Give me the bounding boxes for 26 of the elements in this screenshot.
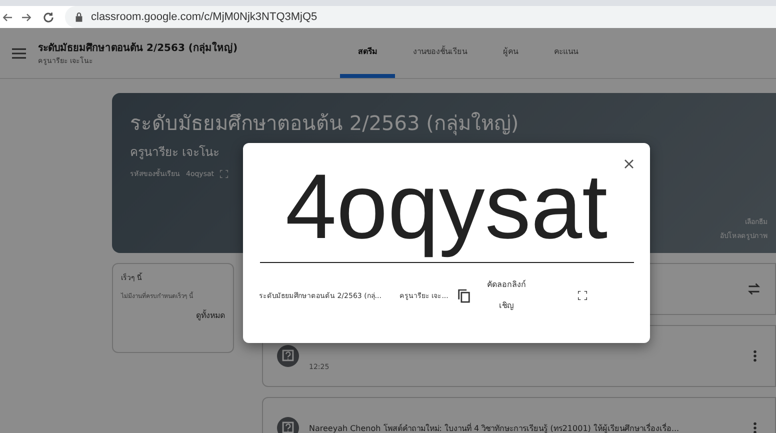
url-text: classroom.google.com/c/MjM0Njk3NTQ3MjQ5 [91,11,318,23]
copy-icon[interactable] [458,288,470,303]
post-card[interactable]: Nareeyah Chenoh โพสต์คำถามใหม่: ใบงานที่ 4 วิชาทักษะการเรียนรู้ (ทร21001) ให้ผู้เรียนศึกษาเรื่องเรื่อ... [262,397,776,433]
view-all-link[interactable]: ดูทั้งหมด [196,309,225,322]
class-code-large: 4oqysat [260,157,634,264]
nav-tab[interactable]: คะแนน [536,28,596,78]
menu-icon[interactable] [12,48,26,58]
forward-icon[interactable] [22,12,32,22]
copy-invite-link[interactable]: คัดลอกลิงก์เชิญ [480,275,532,317]
nav-tab[interactable]: สตรีม [340,28,395,78]
nav-tab[interactable]: ผู้คน [485,28,536,78]
address-bar[interactable]: classroom.google.com/c/MjM0Njk3NTQ3MjQ5 [65,6,776,28]
back-icon[interactable] [2,12,12,22]
banner-teacher: ครูนารียะ เจะโนะ [130,144,220,161]
swap-icon[interactable] [747,282,761,296]
close-icon[interactable] [624,159,634,169]
reload-icon[interactable] [42,10,55,24]
nav-tab[interactable]: งานของชั้นเรียน [395,28,485,78]
banner-title: ระดับมัธยมศึกษาตอนต้น 2/2563 (กลุ่มใหญ่) [130,110,519,138]
class-title[interactable]: ระดับมัธยมศึกษาตอนต้น 2/2563 (กลุ่มใหญ่) [38,40,278,55]
fullscreen-icon[interactable] [578,291,588,300]
lock-icon [75,12,83,22]
more-icon[interactable] [753,422,757,433]
question-icon [277,345,299,367]
more-icon[interactable] [753,350,757,362]
post-text: Nareeyah Chenoh โพสต์คำถามใหม่: ใบงานที่ 4 วิชาทักษะการเรียนรู้ (ทร21001) ให้ผู้เรียนศึกษาเรื่องเรื่อ... [309,422,680,433]
